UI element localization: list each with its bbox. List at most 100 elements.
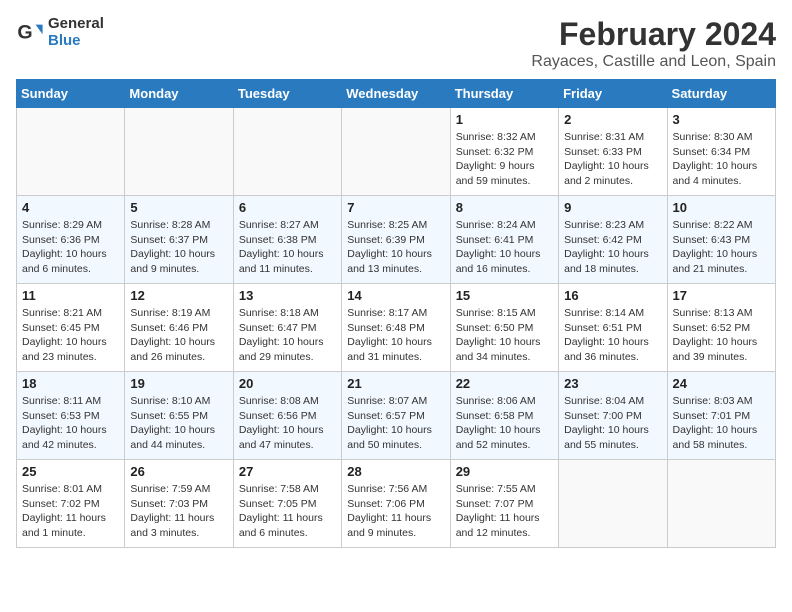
calendar-cell: 17 Sunrise: 8:13 AMSunset: 6:52 PMDayligh… [667,284,775,372]
day-info: Sunrise: 8:15 AMSunset: 6:50 PMDaylight:… [456,306,553,365]
calendar-cell: 29Sunrise: 7:55 AMSunset: 7:07 PMDayligh… [450,460,558,548]
calendar-cell: 6 Sunrise: 8:27 AMSunset: 6:38 PMDaylight… [233,196,341,284]
calendar-week-row: 1 Sunrise: 8:32 AMSunset: 6:32 PMDaylight… [17,108,776,196]
calendar-cell: 7Sunrise: 8:25 AMSunset: 6:39 PMDaylight… [342,196,450,284]
day-info: Sunrise: 7:59 AMSunset: 7:03 PMDaylight:… [130,482,227,541]
day-number: 9 [564,200,661,215]
day-number: 7 [347,200,444,215]
day-info: Sunrise: 8:03 AMSunset: 7:01 PMDaylight:… [673,394,770,453]
day-number: 8 [456,200,553,215]
calendar-cell [17,108,125,196]
logo: G General Blue [16,16,104,49]
day-info: Sunrise: 8:29 AMSunset: 6:36 PMDaylight:… [22,218,119,277]
logo-line2: Blue [48,33,104,50]
calendar-cell: 10 Sunrise: 8:22 AMSunset: 6:43 PMDayligh… [667,196,775,284]
weekday-header: Friday [559,80,667,108]
page-header: G General Blue February 2024 Rayaces, Ca… [16,16,776,71]
subtitle: Rayaces, Castille and Leon, Spain [531,53,776,71]
calendar-cell: 26 Sunrise: 7:59 AMSunset: 7:03 PMDayligh… [125,460,233,548]
day-info: Sunrise: 7:55 AMSunset: 7:07 PMDaylight:… [456,482,553,541]
day-number: 11 [22,288,119,303]
day-info: Sunrise: 8:31 AMSunset: 6:33 PMDaylight:… [564,130,661,189]
day-number: 28 [347,464,444,479]
day-info: Sunrise: 8:27 AMSunset: 6:38 PMDaylight:… [239,218,336,277]
calendar-week-row: 25 Sunrise: 8:01 AMSunset: 7:02 PMDayligh… [17,460,776,548]
calendar-cell: 13 Sunrise: 8:18 AMSunset: 6:47 PMDayligh… [233,284,341,372]
day-number: 17 [673,288,770,303]
weekday-header: Sunday [17,80,125,108]
calendar-week-row: 18 Sunrise: 8:11 AMSunset: 6:53 PMDayligh… [17,372,776,460]
day-number: 23 [564,376,661,391]
day-info: Sunrise: 8:28 AMSunset: 6:37 PMDaylight:… [130,218,227,277]
title-block: February 2024 Rayaces, Castille and Leon… [531,16,776,71]
day-number: 12 [130,288,227,303]
day-info: Sunrise: 8:14 AMSunset: 6:51 PMDaylight:… [564,306,661,365]
day-number: 24 [673,376,770,391]
calendar-cell: 2 Sunrise: 8:31 AMSunset: 6:33 PMDaylight… [559,108,667,196]
calendar-table: SundayMondayTuesdayWednesdayThursdayFrid… [16,79,776,548]
day-number: 16 [564,288,661,303]
day-info: Sunrise: 8:24 AMSunset: 6:41 PMDaylight:… [456,218,553,277]
day-number: 21 [347,376,444,391]
day-info: Sunrise: 8:18 AMSunset: 6:47 PMDaylight:… [239,306,336,365]
weekday-header-row: SundayMondayTuesdayWednesdayThursdayFrid… [17,80,776,108]
day-info: Sunrise: 8:13 AMSunset: 6:52 PMDaylight:… [673,306,770,365]
calendar-cell [342,108,450,196]
day-info: Sunrise: 8:22 AMSunset: 6:43 PMDaylight:… [673,218,770,277]
day-number: 1 [456,112,553,127]
calendar-cell: 22 Sunrise: 8:06 AMSunset: 6:58 PMDayligh… [450,372,558,460]
day-info: Sunrise: 8:01 AMSunset: 7:02 PMDaylight:… [22,482,119,541]
calendar-cell: 3 Sunrise: 8:30 AMSunset: 6:34 PMDaylight… [667,108,775,196]
day-info: Sunrise: 7:58 AMSunset: 7:05 PMDaylight:… [239,482,336,541]
day-info: Sunrise: 8:21 AMSunset: 6:45 PMDaylight:… [22,306,119,365]
day-number: 4 [22,200,119,215]
day-info: Sunrise: 8:07 AMSunset: 6:57 PMDaylight:… [347,394,444,453]
calendar-cell [233,108,341,196]
day-number: 18 [22,376,119,391]
day-number: 3 [673,112,770,127]
day-number: 19 [130,376,227,391]
day-info: Sunrise: 8:08 AMSunset: 6:56 PMDaylight:… [239,394,336,453]
calendar-cell: 9Sunrise: 8:23 AMSunset: 6:42 PMDaylight… [559,196,667,284]
day-info: Sunrise: 8:11 AMSunset: 6:53 PMDaylight:… [22,394,119,453]
calendar-cell: 1 Sunrise: 8:32 AMSunset: 6:32 PMDaylight… [450,108,558,196]
day-info: Sunrise: 8:32 AMSunset: 6:32 PMDaylight:… [456,130,553,189]
day-number: 2 [564,112,661,127]
day-info: Sunrise: 8:19 AMSunset: 6:46 PMDaylight:… [130,306,227,365]
weekday-header: Thursday [450,80,558,108]
calendar-cell: 25 Sunrise: 8:01 AMSunset: 7:02 PMDayligh… [17,460,125,548]
calendar-cell: 24 Sunrise: 8:03 AMSunset: 7:01 PMDayligh… [667,372,775,460]
day-info: Sunrise: 8:30 AMSunset: 6:34 PMDaylight:… [673,130,770,189]
main-title: February 2024 [531,16,776,53]
day-number: 26 [130,464,227,479]
day-number: 14 [347,288,444,303]
logo-icon: G [16,19,44,47]
calendar-cell: 11 Sunrise: 8:21 AMSunset: 6:45 PMDayligh… [17,284,125,372]
weekday-header: Tuesday [233,80,341,108]
day-number: 13 [239,288,336,303]
day-number: 5 [130,200,227,215]
calendar-cell [125,108,233,196]
calendar-cell: 4 Sunrise: 8:29 AMSunset: 6:36 PMDaylight… [17,196,125,284]
calendar-week-row: 11 Sunrise: 8:21 AMSunset: 6:45 PMDayligh… [17,284,776,372]
calendar-cell: 8 Sunrise: 8:24 AMSunset: 6:41 PMDaylight… [450,196,558,284]
calendar-cell: 12 Sunrise: 8:19 AMSunset: 6:46 PMDayligh… [125,284,233,372]
day-info: Sunrise: 8:10 AMSunset: 6:55 PMDaylight:… [130,394,227,453]
calendar-cell: 5 Sunrise: 8:28 AMSunset: 6:37 PMDaylight… [125,196,233,284]
calendar-week-row: 4 Sunrise: 8:29 AMSunset: 6:36 PMDaylight… [17,196,776,284]
svg-text:G: G [17,21,32,43]
calendar-cell: 15Sunrise: 8:15 AMSunset: 6:50 PMDayligh… [450,284,558,372]
day-number: 10 [673,200,770,215]
calendar-cell: 16 Sunrise: 8:14 AMSunset: 6:51 PMDayligh… [559,284,667,372]
day-number: 6 [239,200,336,215]
calendar-cell: 28 Sunrise: 7:56 AMSunset: 7:06 PMDayligh… [342,460,450,548]
calendar-cell: 27Sunrise: 7:58 AMSunset: 7:05 PMDayligh… [233,460,341,548]
calendar-cell: 23Sunrise: 8:04 AMSunset: 7:00 PMDayligh… [559,372,667,460]
calendar-cell: 20Sunrise: 8:08 AMSunset: 6:56 PMDayligh… [233,372,341,460]
day-number: 25 [22,464,119,479]
day-number: 22 [456,376,553,391]
day-info: Sunrise: 7:56 AMSunset: 7:06 PMDaylight:… [347,482,444,541]
weekday-header: Saturday [667,80,775,108]
calendar-cell: 21 Sunrise: 8:07 AMSunset: 6:57 PMDayligh… [342,372,450,460]
day-info: Sunrise: 8:06 AMSunset: 6:58 PMDaylight:… [456,394,553,453]
